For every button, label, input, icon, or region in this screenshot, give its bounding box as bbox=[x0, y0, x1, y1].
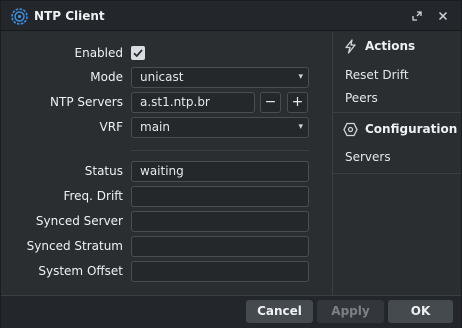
chevron-down-icon: ▾ bbox=[298, 72, 303, 82]
freq-drift-row: Freq. Drift bbox=[8, 186, 332, 208]
sidebar-divider bbox=[333, 173, 461, 174]
vrf-label: VRF bbox=[99, 120, 123, 134]
enabled-row: Enabled bbox=[8, 43, 332, 65]
ntp-server-value: a.st1.ntp.br bbox=[140, 95, 210, 109]
restore-window-icon[interactable] bbox=[408, 7, 426, 25]
ntp-form: Enabled Mode unicast ▾ NTP Servers a.st1… bbox=[8, 32, 332, 295]
dialog-footer: Cancel Apply OK bbox=[1, 295, 461, 328]
ntp-servers-row: NTP Servers a.st1.ntp.br − + bbox=[8, 92, 332, 114]
ntp-servers-label: NTP Servers bbox=[50, 95, 123, 109]
ntp-server-input[interactable]: a.st1.ntp.br bbox=[131, 92, 255, 113]
status-value: waiting bbox=[140, 164, 184, 178]
peers-action[interactable]: Peers bbox=[345, 91, 378, 105]
form-divider bbox=[131, 150, 309, 151]
hexagon-icon bbox=[343, 122, 358, 137]
minus-icon: − bbox=[264, 94, 277, 110]
reset-drift-action[interactable]: Reset Drift bbox=[345, 68, 409, 82]
synced-stratum-label: Synced Stratum bbox=[26, 239, 123, 253]
system-offset-field bbox=[131, 261, 309, 282]
mode-select[interactable]: unicast ▾ bbox=[131, 67, 309, 88]
gear-settings-icon bbox=[11, 8, 28, 25]
vrf-row: VRF main ▾ bbox=[8, 117, 332, 139]
synced-server-label: Synced Server bbox=[35, 214, 123, 228]
status-field: waiting bbox=[131, 161, 309, 182]
enabled-checkbox[interactable] bbox=[131, 46, 145, 60]
ntp-client-window: NTP Client Enabled Mode unicast ▾ NTP Se… bbox=[0, 0, 462, 328]
title-bar[interactable]: NTP Client bbox=[1, 1, 461, 31]
actions-title: Actions bbox=[365, 39, 416, 53]
synced-stratum-row: Synced Stratum bbox=[8, 236, 332, 258]
system-offset-label: System Offset bbox=[38, 264, 123, 278]
freq-drift-label: Freq. Drift bbox=[63, 189, 123, 203]
configuration-title: Configuration bbox=[365, 122, 458, 136]
vrf-select[interactable]: main ▾ bbox=[131, 117, 309, 138]
sidebar: Actions Reset Drift Peers Configuration … bbox=[333, 32, 461, 295]
plus-icon: + bbox=[291, 94, 304, 110]
cancel-button[interactable]: Cancel bbox=[246, 300, 313, 323]
ok-button[interactable]: OK bbox=[388, 300, 453, 323]
synced-server-field bbox=[131, 211, 309, 232]
synced-stratum-field bbox=[131, 236, 309, 257]
chevron-down-icon: ▾ bbox=[298, 122, 303, 132]
apply-button[interactable]: Apply bbox=[317, 300, 384, 323]
status-label: Status bbox=[84, 164, 123, 178]
remove-server-button[interactable]: − bbox=[260, 92, 281, 113]
mode-value: unicast bbox=[140, 70, 184, 84]
mode-label: Mode bbox=[90, 70, 123, 84]
close-icon[interactable] bbox=[434, 7, 452, 25]
synced-server-row: Synced Server bbox=[8, 211, 332, 233]
enabled-label: Enabled bbox=[74, 46, 124, 60]
lightning-icon bbox=[345, 39, 356, 54]
window-title: NTP Client bbox=[34, 9, 105, 23]
freq-drift-field bbox=[131, 186, 309, 207]
check-icon bbox=[133, 49, 143, 58]
mode-row: Mode unicast ▾ bbox=[8, 67, 332, 89]
status-row: Status waiting bbox=[8, 161, 332, 183]
vrf-value: main bbox=[140, 120, 170, 134]
system-offset-row: System Offset bbox=[8, 261, 332, 283]
servers-item[interactable]: Servers bbox=[345, 150, 391, 164]
add-server-button[interactable]: + bbox=[287, 92, 308, 113]
sidebar-divider bbox=[333, 112, 461, 113]
